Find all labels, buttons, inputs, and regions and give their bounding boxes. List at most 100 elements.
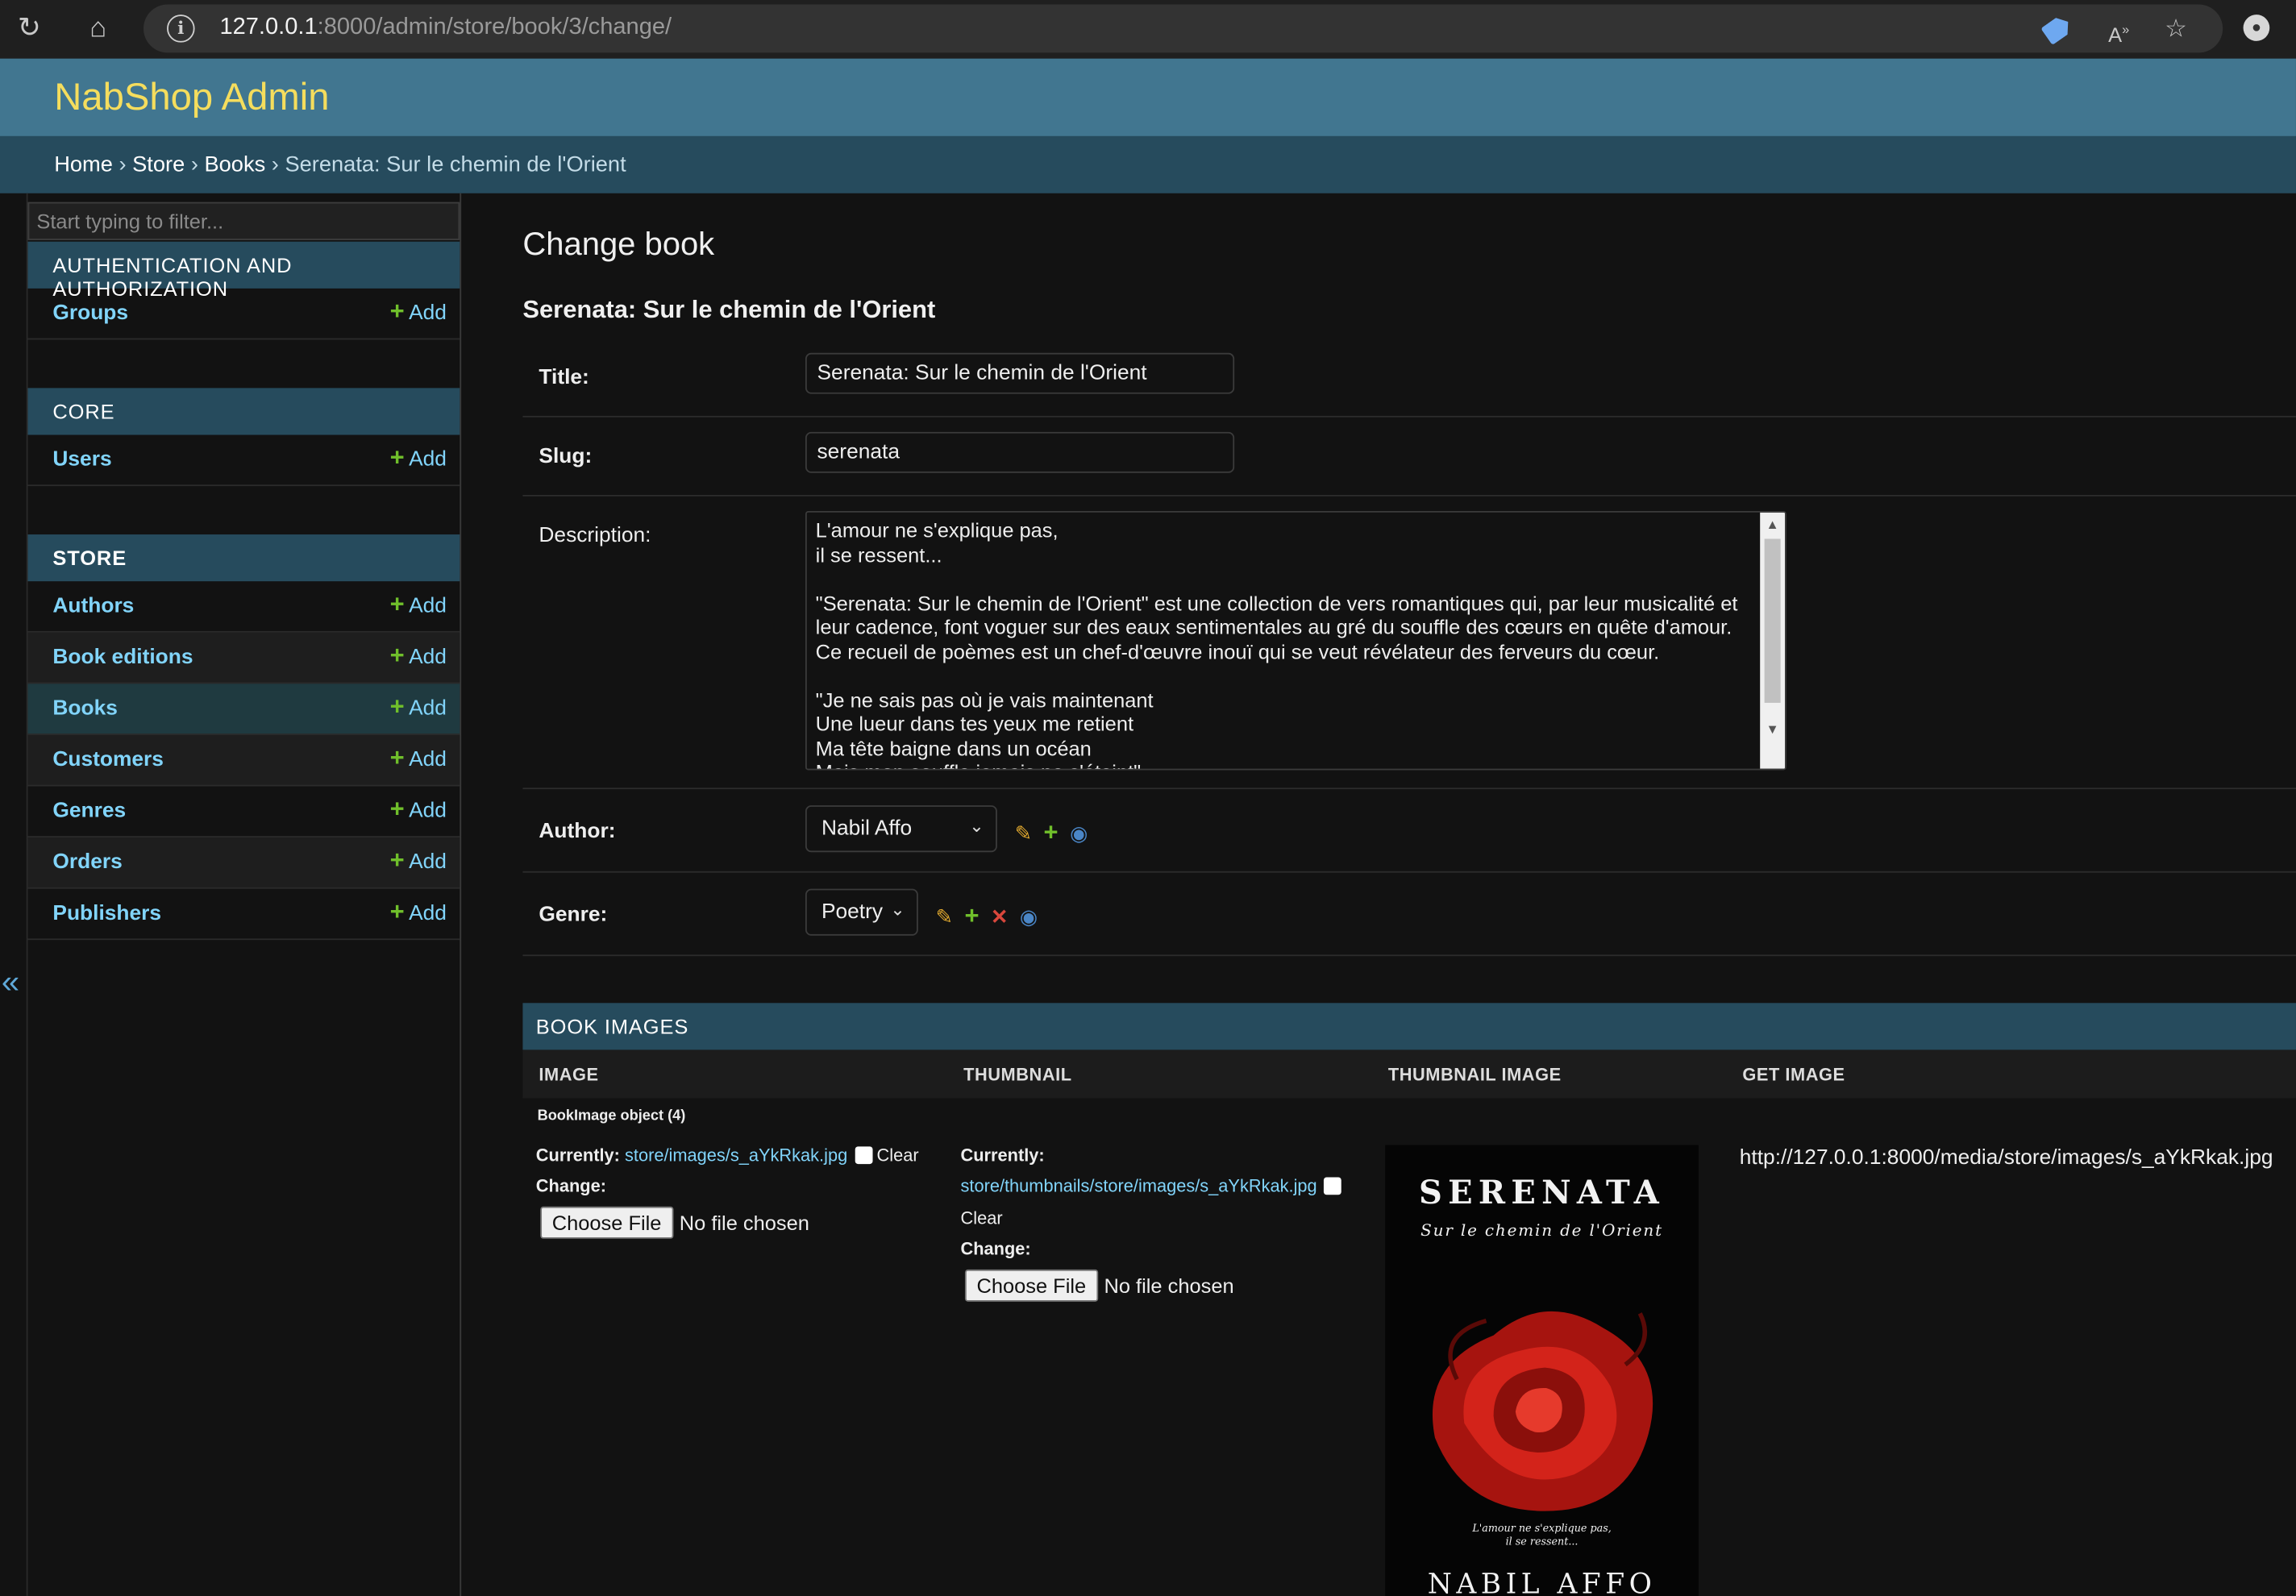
info-icon[interactable]: i (167, 15, 195, 43)
field-row-title: Title: Serenata: Sur le chemin de l'Orie… (522, 337, 2296, 418)
breadcrumb-books[interactable]: Books (204, 152, 265, 177)
pencil-icon[interactable]: ✎ (936, 905, 953, 930)
sidebar-item-customers: Customers + Add (27, 734, 460, 787)
description-label: Description: (539, 524, 651, 548)
browser-toolbar: ↻ ⌂ i 127.0.0.1:8000/admin/store/book/3/… (0, 0, 2296, 59)
plus-icon[interactable]: + (964, 902, 979, 931)
home-icon[interactable]: ⌂ (81, 12, 116, 48)
plus-icon: + (389, 692, 405, 721)
add-publishers-link[interactable]: + Add (390, 899, 447, 925)
sidebar-item-orders: Orders + Add (27, 837, 460, 889)
column-header: THUMBNAIL IMAGE (1387, 1064, 1562, 1086)
eye-icon[interactable]: ◉ (1070, 821, 1088, 846)
add-customers-link[interactable]: + Add (390, 746, 447, 772)
sidebar-item-label[interactable]: Book editions (52, 646, 193, 669)
sidebar-item-label[interactable]: Groups (52, 301, 128, 325)
read-aloud-icon[interactable]: A» (2103, 13, 2135, 46)
chevron-down-icon: ⌄ (969, 815, 984, 837)
module-caption[interactable]: AUTHENTICATION AND AUTHORIZATION (27, 241, 460, 300)
pencil-icon[interactable]: ✎ (1015, 821, 1032, 846)
sidebar-item-label[interactable]: Users (52, 448, 111, 472)
module-caption[interactable]: STORE (27, 534, 460, 582)
thumbnail-currently-label: Currently: (960, 1145, 1045, 1166)
delete-icon[interactable]: ✕ (991, 905, 1008, 930)
field-row-genre: Genre: Poetry ⌄ ✎ + ✕ ◉ (522, 873, 2296, 957)
nav-sidebar: Start typing to filter... AUTHENTICATION… (0, 193, 462, 1596)
sidebar-item-label[interactable]: Books (52, 697, 118, 721)
sidebar-item-authors: Authors + Add (27, 581, 460, 633)
rose-image (1432, 1311, 1653, 1511)
sidebar-item-users: Users + Add (27, 435, 460, 487)
module-caption[interactable]: CORE (27, 388, 460, 435)
image-choose-file-button[interactable]: Choose File (540, 1206, 673, 1239)
chevron-down-icon: ⌄ (890, 899, 905, 920)
author-related-links: ✎ + ◉ (1015, 818, 1100, 847)
favorites-icon[interactable]: ☆ (2160, 13, 2192, 45)
field-row-slug: Slug: serenata (522, 418, 2296, 497)
breadcrumb-home[interactable]: Home (54, 152, 113, 177)
add-book-editions-link[interactable]: + Add (390, 642, 447, 669)
address-bar[interactable]: i 127.0.0.1:8000/admin/store/book/3/chan… (143, 4, 2223, 53)
field-row-author: Author: Nabil Affo ⌄ ✎ + ◉ (522, 789, 2296, 873)
title-label: Title: (539, 366, 589, 390)
collapse-sidebar-icon[interactable]: « (2, 963, 19, 1001)
inline-group-caption: BOOK IMAGES (522, 1003, 2296, 1050)
thumbnail-currently: store/thumbnails/store/images/s_aYkRkak.… (960, 1176, 1346, 1196)
sidebar-filter-input[interactable]: Start typing to filter... (27, 202, 460, 240)
add-groups-link[interactable]: + Add (390, 299, 447, 326)
breadcrumb: Home › Store › Books › Serenata: Sur le … (0, 135, 2296, 193)
sidebar-item-groups: Groups + Add (27, 289, 460, 340)
genre-select[interactable]: Poetry ⌄ (805, 888, 918, 936)
module-store: STORE Authors + Add Book editions + Add Bo… (27, 534, 460, 941)
image-change-label: Change: (535, 1175, 606, 1197)
title-input[interactable]: Serenata: Sur le chemin de l'Orient (805, 352, 1235, 394)
add-users-link[interactable]: + Add (390, 445, 447, 472)
add-orders-link[interactable]: + Add (390, 848, 447, 875)
tag-icon[interactable] (2044, 13, 2077, 45)
scroll-thumb[interactable] (1764, 538, 1781, 703)
add-genres-link[interactable]: + Add (390, 796, 447, 823)
inline-object-label: BookImage object (4) (537, 1108, 686, 1125)
sidebar-item-book-editions: Book editions + Add (27, 632, 460, 684)
module-core: CORE Users + Add (27, 388, 460, 487)
page-title: Change book (522, 225, 715, 263)
textarea-scrollbar[interactable]: ▲ ▼ (1760, 512, 1786, 769)
plus-icon: + (389, 443, 405, 472)
description-textarea[interactable]: L'amour ne s'explique pas, il se ressent… (805, 510, 1786, 771)
add-authors-link[interactable]: + Add (390, 592, 447, 618)
plus-icon: + (389, 743, 405, 772)
admin-header: NabShop Admin (0, 58, 2296, 136)
slug-input[interactable]: serenata (805, 431, 1235, 473)
sidebar-item-label[interactable]: Publishers (52, 902, 161, 925)
url-text[interactable]: 127.0.0.1:8000/admin/store/book/3/change… (219, 15, 672, 41)
plus-icon[interactable]: + (1044, 818, 1059, 847)
breadcrumb-store[interactable]: Store (132, 152, 185, 177)
slug-label: Slug: (539, 445, 593, 469)
scroll-up-icon[interactable]: ▲ (1760, 513, 1785, 536)
thumbnail-choose-file-button[interactable]: Choose File (964, 1269, 1098, 1302)
plus-icon: + (389, 897, 405, 926)
add-books-link[interactable]: + Add (390, 694, 447, 721)
genre-label: Genre: (539, 903, 608, 927)
reload-icon[interactable]: ↻ (12, 12, 48, 48)
image-file-link[interactable]: store/images/s_aYkRkak.jpg (625, 1145, 847, 1166)
plus-icon: + (389, 846, 405, 875)
scroll-down-icon[interactable]: ▼ (1760, 717, 1785, 741)
site-branding[interactable]: NabShop Admin (54, 75, 329, 120)
sidebar-item-label[interactable]: Orders (52, 850, 122, 874)
profile-icon[interactable]: ● (2243, 15, 2270, 41)
thumbnail-file-link[interactable]: store/thumbnails/store/images/s_aYkRkak.… (960, 1176, 1316, 1196)
image-clear-checkbox[interactable] (855, 1146, 873, 1165)
thumbnail-clear-checkbox[interactable] (1324, 1177, 1342, 1195)
sidebar-item-label[interactable]: Authors (52, 594, 134, 617)
eye-icon[interactable]: ◉ (1020, 905, 1038, 930)
thumbnail-change-label: Change: (960, 1238, 1031, 1260)
author-select[interactable]: Nabil Affo ⌄ (805, 805, 997, 853)
sidebar-item-label[interactable]: Customers (52, 748, 164, 771)
clear-label: Clear (876, 1145, 919, 1166)
author-label: Author: (539, 820, 616, 844)
column-header: THUMBNAIL (963, 1064, 1072, 1086)
page: ↻ ⌂ i 127.0.0.1:8000/admin/store/book/3/… (0, 0, 2296, 1596)
sidebar-item-label[interactable]: Genres (52, 800, 126, 823)
get-image-url: http://127.0.0.1:8000/media/store/images… (1739, 1146, 2273, 1170)
